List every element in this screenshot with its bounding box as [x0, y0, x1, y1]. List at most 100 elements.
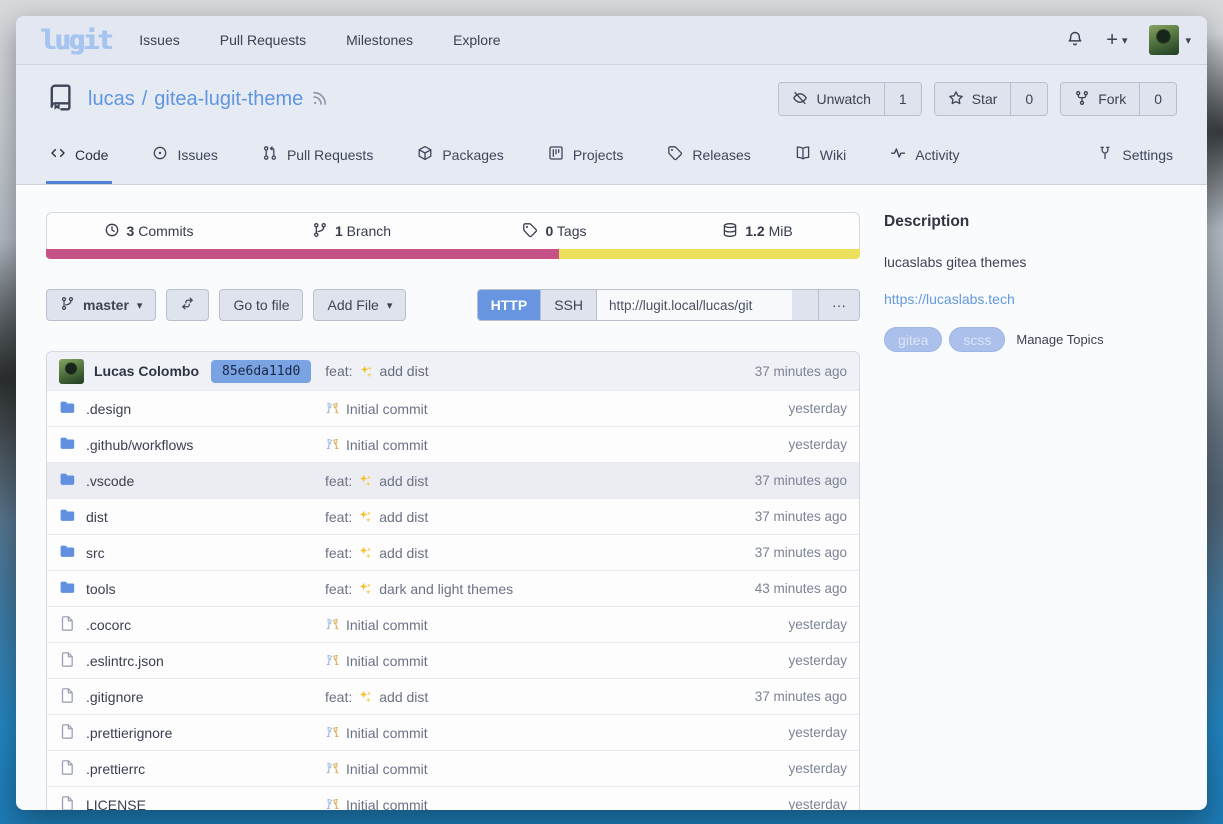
file-link[interactable]: LICENSE: [86, 797, 146, 811]
caret-down-icon: ▾: [387, 299, 393, 312]
commit-message-link[interactable]: Initial commit: [346, 401, 428, 417]
fork-button[interactable]: Fork: [1061, 83, 1139, 115]
compare-button[interactable]: [166, 289, 209, 321]
tab-packages[interactable]: Packages: [413, 128, 507, 184]
stat-mib[interactable]: 1.2 MiB: [656, 213, 859, 249]
code-toolbar: master ▾ Go to file Add File ▾ HTTP SSH …: [46, 289, 860, 321]
tab-wiki[interactable]: Wiki: [791, 128, 850, 184]
stat-tags[interactable]: 0 Tags: [453, 213, 656, 249]
commit-message-link[interactable]: Initial commit: [346, 617, 428, 633]
file-link[interactable]: .vscode: [86, 473, 134, 489]
stat-branch[interactable]: 1 Branch: [250, 213, 453, 249]
clone-url-input[interactable]: http://lugit.local/lucas/git: [596, 290, 792, 320]
last-change-time: yesterday: [677, 401, 847, 416]
notifications-bell-icon[interactable]: [1066, 30, 1084, 51]
repo-name-link[interactable]: gitea-lugit-theme: [154, 88, 303, 111]
folder-icon: [59, 471, 76, 491]
sparkles-icon: [358, 581, 373, 596]
language-bar[interactable]: [46, 249, 860, 259]
tab-issues[interactable]: Issues: [148, 128, 221, 184]
file-link[interactable]: src: [86, 545, 105, 561]
website-link[interactable]: https://lucaslabs.tech: [884, 291, 1015, 307]
last-change-time: 43 minutes ago: [677, 581, 847, 596]
nav-item-issues[interactable]: Issues: [139, 32, 179, 48]
add-file-button[interactable]: Add File ▾: [313, 289, 406, 321]
commit-message-link[interactable]: Initial commit: [346, 653, 428, 669]
toast-icon: [325, 653, 340, 668]
language-segment-1: [46, 249, 559, 259]
commit-message-link[interactable]: Initial commit: [346, 725, 428, 741]
file-link[interactable]: tools: [86, 581, 116, 597]
last-change-time: 37 minutes ago: [677, 509, 847, 524]
toast-icon: [325, 797, 340, 810]
tab-settings[interactable]: Settings: [1093, 128, 1177, 184]
commit-message-link[interactable]: add dist: [379, 689, 428, 705]
tab-activity[interactable]: Activity: [886, 128, 963, 184]
rss-icon[interactable]: [311, 89, 329, 110]
commit-message-link[interactable]: Initial commit: [346, 797, 428, 811]
star-icon: [948, 90, 964, 109]
clone-http-button[interactable]: HTTP: [478, 290, 541, 320]
commit-message-link[interactable]: add dist: [379, 473, 428, 489]
last-change-time: yesterday: [677, 761, 847, 776]
tab-releases[interactable]: Releases: [663, 128, 754, 184]
tab-code[interactable]: Code: [46, 128, 112, 184]
file-link[interactable]: .eslintrc.json: [86, 653, 164, 669]
commit-message-link[interactable]: Initial commit: [346, 437, 428, 453]
manage-topics-link[interactable]: Manage Topics: [1016, 332, 1103, 347]
topic-pill-scss[interactable]: scss: [949, 327, 1005, 352]
commit-message-link[interactable]: add dist: [379, 509, 428, 525]
sparkles-icon: [358, 689, 373, 704]
folder-icon: [59, 507, 76, 527]
file-link[interactable]: .cocorc: [86, 617, 131, 633]
main-column: 3 Commits1 Branch0 Tags1.2 MiB master ▾ …: [46, 212, 860, 810]
copy-url-button[interactable]: [792, 290, 818, 320]
file-link[interactable]: dist: [86, 509, 108, 525]
nav-item-explore[interactable]: Explore: [453, 32, 500, 48]
tab-pull-requests[interactable]: Pull Requests: [258, 128, 377, 184]
repo-owner-link[interactable]: lucas: [88, 88, 135, 111]
commit-message-link[interactable]: add dist: [379, 545, 428, 561]
file-link[interactable]: .gitignore: [86, 689, 144, 705]
tag-icon: [667, 145, 683, 164]
eye-slash-icon: [792, 90, 808, 109]
branch-selector-button[interactable]: master ▾: [46, 289, 156, 321]
file-table: Lucas Colombo 85e6da11d0 feat: add dist …: [46, 351, 860, 810]
commit-author-avatar[interactable]: [59, 359, 84, 384]
commit-hash-badge[interactable]: 85e6da11d0: [211, 360, 311, 383]
commit-message-link[interactable]: Initial commit: [346, 761, 428, 777]
table-row: .prettierrc Initial commit yesterday: [47, 750, 859, 786]
sparkles-icon: [359, 364, 374, 379]
commit-message: feat: add dist: [325, 363, 428, 379]
file-link[interactable]: .design: [86, 401, 131, 417]
caret-down-icon: ▾: [137, 299, 143, 312]
go-to-file-button[interactable]: Go to file: [219, 289, 303, 321]
table-row: tools feat:dark and light themes 43 minu…: [47, 570, 859, 606]
clone-ssh-button[interactable]: SSH: [540, 290, 596, 320]
folder-icon: [59, 579, 76, 599]
topic-pill-gitea[interactable]: gitea: [884, 327, 942, 352]
unwatch-button[interactable]: Unwatch: [779, 83, 883, 115]
commit-author-link[interactable]: Lucas Colombo: [94, 363, 199, 379]
stat-commits[interactable]: 3 Commits: [47, 213, 250, 249]
action-count[interactable]: 1: [884, 83, 921, 115]
table-row: .gitignore feat:add dist 37 minutes ago: [47, 678, 859, 714]
more-options-button[interactable]: ···: [818, 290, 859, 320]
create-new-button[interactable]: +▾: [1106, 29, 1127, 52]
action-count[interactable]: 0: [1139, 83, 1176, 115]
action-count[interactable]: 0: [1010, 83, 1047, 115]
file-link[interactable]: .github/workflows: [86, 437, 193, 453]
nav-item-pull-requests[interactable]: Pull Requests: [220, 32, 306, 48]
commit-message-link[interactable]: add dist: [380, 363, 429, 379]
user-menu[interactable]: ▾: [1149, 25, 1191, 55]
nav-item-milestones[interactable]: Milestones: [346, 32, 413, 48]
project-icon: [548, 145, 564, 164]
lugit-logo[interactable]: lugit: [40, 25, 111, 56]
star-button[interactable]: Star: [935, 83, 1011, 115]
commit-message-link[interactable]: dark and light themes: [379, 581, 513, 597]
table-row: dist feat:add dist 37 minutes ago: [47, 498, 859, 534]
file-link[interactable]: .prettierignore: [86, 725, 172, 741]
file-link[interactable]: .prettierrc: [86, 761, 145, 777]
tab-projects[interactable]: Projects: [544, 128, 628, 184]
gitea-window: lugit Issues Pull Requests Milestones Explo…: [16, 16, 1207, 810]
